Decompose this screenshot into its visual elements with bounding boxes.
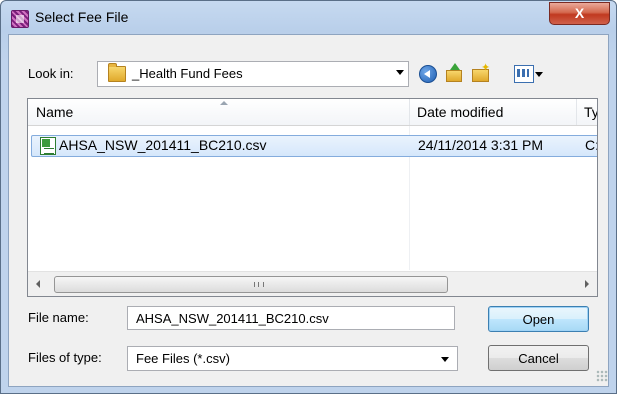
- views-dropdown-arrow-icon[interactable]: [535, 72, 543, 77]
- column-header-name[interactable]: Name: [36, 99, 73, 125]
- title-bar[interactable]: Select Fee File X: [1, 1, 616, 35]
- csv-file-icon: [40, 137, 56, 155]
- file-list[interactable]: Name Date modified Ty AHSA_NSW_201411_BC…: [27, 98, 598, 297]
- scroll-left-icon[interactable]: [36, 280, 40, 288]
- new-folder-icon[interactable]: ✦: [470, 63, 490, 83]
- look-in-value: _Health Fund Fees: [132, 66, 243, 81]
- chevron-down-icon[interactable]: [396, 70, 404, 75]
- list-item[interactable]: AHSA_NSW_201411_BC210.csv 24/11/2014 3:3…: [31, 135, 598, 157]
- file-name-cell: AHSA_NSW_201411_BC210.csv: [59, 137, 267, 153]
- app-icon: [11, 10, 29, 28]
- scroll-right-icon[interactable]: [585, 280, 589, 288]
- chevron-down-icon[interactable]: [441, 357, 449, 362]
- column-header-date-modified[interactable]: Date modified: [417, 99, 503, 125]
- close-button[interactable]: X: [549, 2, 610, 25]
- file-type-cell: C:: [585, 137, 598, 153]
- dialog-title: Select Fee File: [35, 9, 129, 25]
- file-name-label: File name:: [28, 310, 89, 325]
- column-separator[interactable]: [576, 99, 577, 125]
- scroll-grip-icon: [254, 282, 264, 287]
- file-type-label: Files of type:: [28, 350, 102, 365]
- views-menu-icon[interactable]: [514, 65, 534, 83]
- scroll-thumb[interactable]: [54, 276, 448, 293]
- column-header-type[interactable]: Ty: [584, 99, 597, 125]
- look-in-dropdown[interactable]: _Health Fund Fees: [97, 61, 409, 87]
- horizontal-scrollbar[interactable]: [28, 271, 597, 296]
- folder-icon: [108, 63, 126, 82]
- file-type-dropdown[interactable]: Fee Files (*.csv): [127, 346, 458, 371]
- file-date-cell: 24/11/2014 3:31 PM: [418, 137, 544, 153]
- resize-grip-icon[interactable]: [596, 370, 608, 382]
- open-button[interactable]: Open: [488, 306, 589, 332]
- column-separator[interactable]: [409, 99, 410, 125]
- look-in-label: Look in:: [28, 66, 74, 81]
- list-header: Name Date modified Ty: [28, 99, 597, 126]
- sort-ascending-icon: [220, 101, 228, 105]
- file-type-value: Fee Files (*.csv): [136, 351, 230, 366]
- file-name-input[interactable]: AHSA_NSW_201411_BC210.csv: [127, 306, 455, 330]
- cancel-button[interactable]: Cancel: [488, 345, 589, 371]
- back-icon[interactable]: [419, 65, 437, 83]
- up-folder-icon[interactable]: [444, 63, 464, 83]
